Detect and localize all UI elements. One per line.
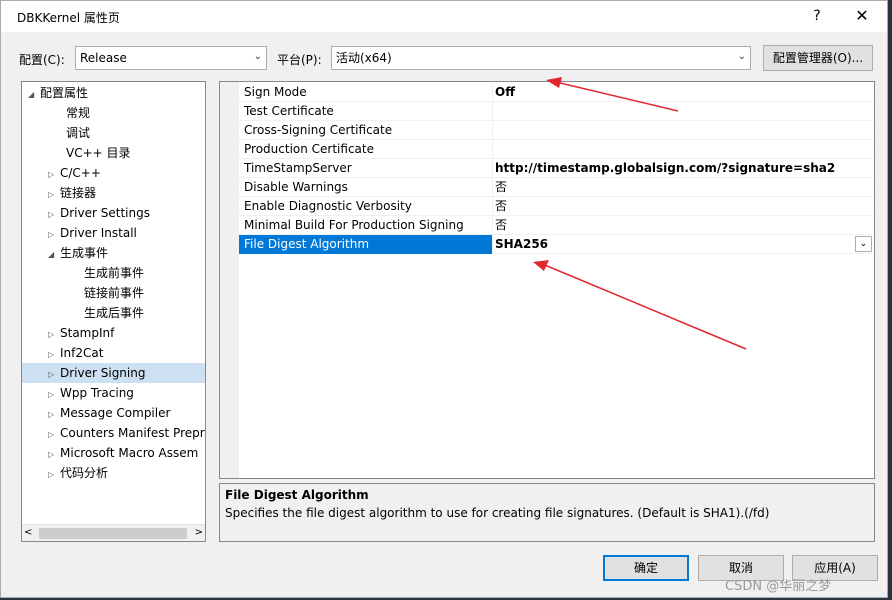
property-name: Sign Mode — [239, 83, 493, 102]
chevron-down-icon[interactable]: ⌄ — [855, 236, 872, 252]
expander-icon[interactable]: ▷ — [48, 465, 60, 485]
tree-item[interactable]: ▷ Driver Install — [48, 223, 137, 243]
property-name: Enable Diagnostic Verbosity — [239, 197, 493, 216]
property-row[interactable]: Enable Diagnostic Verbosity 否 — [239, 197, 874, 216]
tree-item[interactable]: ▷ Wpp Tracing — [48, 383, 134, 403]
expander-icon[interactable]: ▷ — [48, 205, 60, 225]
expander-icon[interactable]: ◢ — [48, 245, 60, 265]
property-value[interactable]: 否 — [495, 216, 507, 235]
help-icon[interactable]: ? — [805, 5, 829, 27]
tree-item[interactable]: 生成后事件 — [84, 303, 144, 323]
expander-icon[interactable]: ▷ — [48, 365, 60, 385]
title-bar: DBKKernel 属性页 ? ✕ — [1, 1, 887, 32]
expander-icon[interactable]: ◢ — [28, 85, 40, 105]
property-value[interactable]: Off — [495, 83, 515, 102]
expander-icon[interactable]: ▷ — [48, 225, 60, 245]
settings-tree: ◢ 配置属性 常规 调试 VC++ 目录 ▷ C/C++ ▷ 链接器 ▷ Driver … — [21, 81, 206, 542]
tree-item[interactable]: ◢ 生成事件 — [48, 243, 108, 263]
tree-item[interactable]: ▷ Inf2Cat — [48, 343, 103, 363]
tree-item[interactable]: ▷ Driver Settings — [48, 203, 150, 223]
property-name: Cross-Signing Certificate — [239, 121, 493, 140]
tree-item[interactable]: VC++ 目录 — [66, 143, 131, 163]
property-name: Test Certificate — [239, 102, 493, 121]
expander-icon[interactable]: ▷ — [48, 165, 60, 185]
property-row[interactable]: Minimal Build For Production Signing 否 — [239, 216, 874, 235]
property-name: Disable Warnings — [239, 178, 493, 197]
config-value: Release — [80, 51, 127, 65]
property-pages-dialog: DBKKernel 属性页 ? ✕ 配置(C): Release ⌄ 平台(P)… — [0, 0, 888, 598]
tree-item[interactable]: 生成前事件 — [84, 263, 144, 283]
property-row[interactable]: Cross-Signing Certificate — [239, 121, 874, 140]
property-row[interactable]: Sign Mode Off — [239, 83, 874, 102]
tree-item[interactable]: 链接前事件 — [84, 283, 144, 303]
description-text: Specifies the file digest algorithm to u… — [225, 506, 770, 520]
platform-value: 活动(x64) — [336, 51, 392, 65]
expander-icon[interactable]: ▷ — [48, 185, 60, 205]
scroll-left-icon[interactable]: < — [24, 527, 32, 538]
platform-select[interactable]: 活动(x64) ⌄ — [331, 46, 751, 70]
tree-item[interactable]: ▷ 代码分析 — [48, 463, 108, 483]
expander-icon[interactable]: ▷ — [48, 345, 60, 365]
ok-button[interactable]: 确定 — [603, 555, 689, 581]
property-row[interactable]: Production Certificate — [239, 140, 874, 159]
property-name: TimeStampServer — [239, 159, 493, 178]
tree-item[interactable]: ▷ C/C++ — [48, 163, 101, 183]
scroll-right-icon[interactable]: > — [195, 527, 203, 538]
tree-item[interactable]: ▷ Counters Manifest Prepr — [48, 423, 205, 443]
description-panel: File Digest Algorithm Specifies the file… — [219, 483, 875, 542]
window-title: DBKKernel 属性页 — [17, 11, 120, 25]
expander-icon[interactable]: ▷ — [48, 405, 60, 425]
property-value[interactable]: SHA256 — [495, 235, 548, 254]
tree-item[interactable]: ▷ Message Compiler — [48, 403, 170, 423]
property-row[interactable]: Test Certificate — [239, 102, 874, 121]
tree-item[interactable]: 常规 — [66, 103, 90, 123]
property-name: File Digest Algorithm — [239, 235, 493, 254]
tree-item-driver-signing[interactable]: ▷ Driver Signing — [22, 363, 205, 383]
description-title: File Digest Algorithm — [225, 488, 369, 502]
horizontal-scrollbar[interactable]: < > — [22, 524, 205, 541]
config-label: 配置(C): — [19, 53, 65, 67]
property-value[interactable]: http://timestamp.globalsign.com/?signatu… — [495, 159, 835, 178]
tree-item[interactable]: ◢ 配置属性 — [28, 83, 88, 103]
property-row[interactable]: Disable Warnings 否 — [239, 178, 874, 197]
expander-icon[interactable]: ▷ — [48, 445, 60, 465]
tree-item[interactable]: 调试 — [66, 123, 90, 143]
property-row-file-digest[interactable]: File Digest Algorithm SHA256 ⌄ — [239, 235, 874, 254]
chevron-down-icon: ⌄ — [253, 51, 262, 62]
tree-item[interactable]: ▷ 链接器 — [48, 183, 96, 203]
chevron-down-icon: ⌄ — [737, 51, 746, 62]
expander-icon[interactable]: ▷ — [48, 325, 60, 345]
watermark: CSDN @华丽之梦 — [725, 579, 832, 594]
scroll-thumb[interactable] — [39, 528, 187, 539]
grid-gutter — [220, 82, 239, 478]
property-row[interactable]: TimeStampServer http://timestamp.globals… — [239, 159, 874, 178]
expander-icon[interactable]: ▷ — [48, 425, 60, 445]
property-grid: Sign Mode Off Test Certificate Cross-Sig… — [219, 81, 875, 479]
property-name: Production Certificate — [239, 140, 493, 159]
close-icon[interactable]: ✕ — [847, 5, 877, 27]
tree-item[interactable]: ▷ Microsoft Macro Assem — [48, 443, 198, 463]
property-name: Minimal Build For Production Signing — [239, 216, 493, 235]
property-value[interactable]: 否 — [495, 197, 507, 216]
config-manager-button[interactable]: 配置管理器(O)... — [763, 45, 873, 71]
expander-icon[interactable]: ▷ — [48, 385, 60, 405]
config-select[interactable]: Release ⌄ — [75, 46, 267, 70]
tree-item[interactable]: ▷ StampInf — [48, 323, 114, 343]
platform-label: 平台(P): — [277, 53, 322, 67]
property-value[interactable]: 否 — [495, 178, 507, 197]
